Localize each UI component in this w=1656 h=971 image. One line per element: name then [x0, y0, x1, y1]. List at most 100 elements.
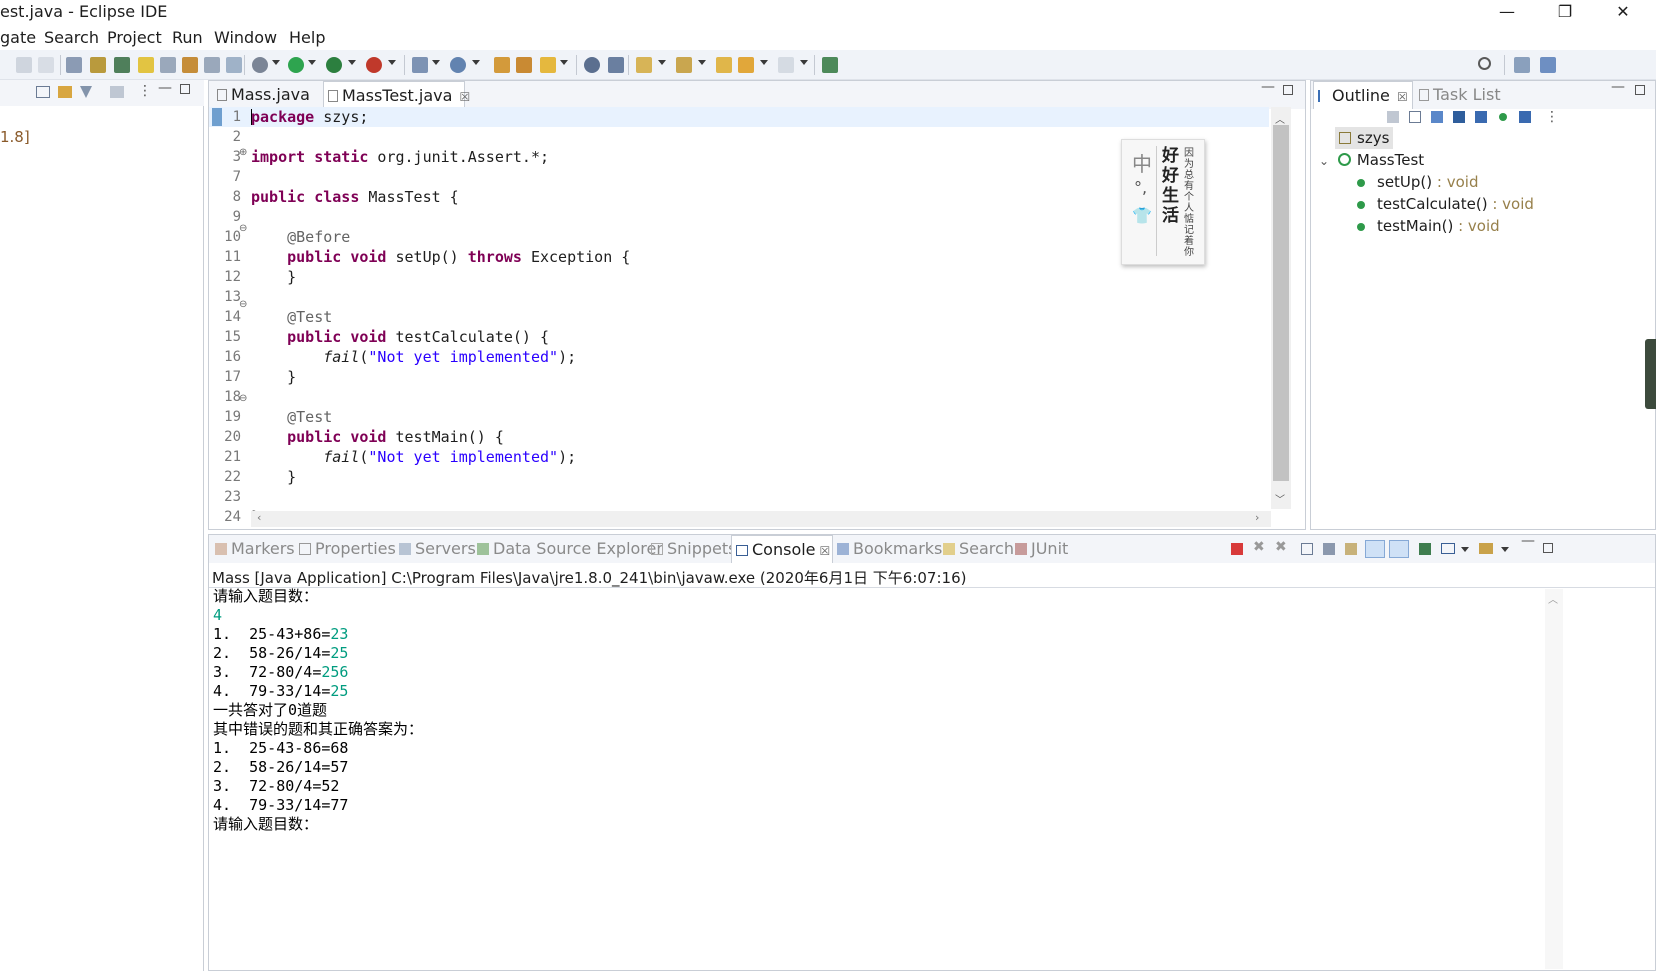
new-class-dropdown-icon[interactable]: [472, 60, 480, 65]
word-wrap-icon[interactable]: [90, 57, 106, 73]
prev-annotation-icon[interactable]: [182, 57, 198, 73]
search-tool-icon[interactable]: [540, 57, 556, 73]
clear-console-icon[interactable]: [1301, 543, 1313, 555]
tab-properties[interactable]: Properties: [295, 535, 396, 563]
jre-library-label[interactable]: 1.8]: [0, 128, 30, 146]
maximize-view-icon[interactable]: [180, 84, 190, 94]
open-type-icon[interactable]: [114, 57, 130, 73]
word-wrap-console-icon[interactable]: [1345, 543, 1357, 555]
link-editor-icon[interactable]: [58, 86, 72, 98]
focus-active-task-icon[interactable]: [1387, 111, 1399, 123]
collapse-fold-icon[interactable]: ⊖: [239, 299, 247, 310]
view-menu-icon[interactable]: ⋮: [138, 83, 152, 99]
outline-method[interactable]: setUp() : void: [1357, 171, 1478, 193]
menu-window[interactable]: Window: [214, 28, 277, 47]
tab-data-source-explorer[interactable]: Data Source Explorer: [473, 535, 663, 563]
minimize-view-icon[interactable]: —: [1611, 79, 1625, 95]
filter-icon[interactable]: [80, 86, 92, 98]
new-java-project-icon[interactable]: [412, 57, 428, 73]
tab-servers[interactable]: Servers: [395, 535, 476, 563]
external-tools-dropdown-icon[interactable]: [388, 60, 396, 65]
menu-help[interactable]: Help: [289, 28, 325, 47]
prev-edit-icon[interactable]: [676, 57, 692, 73]
ime-skin-icon[interactable]: 👕: [1132, 206, 1152, 225]
run-dropdown-icon[interactable]: [308, 60, 316, 65]
chevron-down-icon[interactable]: [1461, 547, 1469, 552]
remove-launch-icon[interactable]: ✖: [1253, 539, 1265, 555]
menu-navigate[interactable]: gate: [0, 28, 36, 47]
menu-project[interactable]: Project: [107, 28, 162, 47]
next-annotation-icon[interactable]: [160, 57, 176, 73]
redo-icon[interactable]: [38, 57, 54, 73]
close-tab-icon[interactable]: ☒: [820, 544, 831, 558]
scroll-up-icon[interactable]: ︿: [1275, 111, 1285, 126]
scrollbar-thumb[interactable]: [1273, 125, 1289, 481]
ime-mode-label[interactable]: 中: [1132, 148, 1152, 177]
maximize-view-icon[interactable]: [1543, 543, 1553, 553]
display-console-icon[interactable]: [1441, 543, 1455, 554]
pin-editor-icon[interactable]: [822, 57, 838, 73]
menu-search[interactable]: Search: [44, 28, 99, 47]
console-output[interactable]: 请输入题目数： 4 1. 25-43+86=23 2. 58-26/14=25 …: [213, 587, 1543, 834]
toggle-block-icon[interactable]: [66, 57, 82, 73]
next-edit-dropdown-icon[interactable]: [658, 60, 666, 65]
open-perspective-icon[interactable]: [1514, 57, 1530, 73]
tab-bookmarks[interactable]: Bookmarks: [833, 535, 942, 563]
tab-task-list[interactable]: Task List: [1415, 81, 1525, 109]
minimize-view-icon[interactable]: —: [158, 80, 172, 96]
tab-console[interactable]: Console ☒: [731, 535, 833, 563]
tab-masstest-java[interactable]: MassTest.java ☒: [323, 81, 470, 109]
terminate-icon[interactable]: [1231, 543, 1243, 555]
hide-static-icon[interactable]: [1475, 111, 1487, 123]
open-task-icon[interactable]: [516, 57, 532, 73]
search-icon[interactable]: [1478, 57, 1491, 70]
last-edit-icon[interactable]: [204, 57, 220, 73]
menu-run[interactable]: Run: [172, 28, 203, 47]
next-edit-icon[interactable]: [636, 57, 652, 73]
tab-snippets[interactable]: Snippets: [647, 535, 737, 563]
scroll-down-icon[interactable]: ﹀: [1275, 491, 1285, 506]
show-on-stdout-icon[interactable]: [1365, 540, 1385, 558]
forward-dropdown-icon[interactable]: [800, 60, 808, 65]
tab-mass-java[interactable]: Mass.java: [213, 81, 325, 109]
forward-icon[interactable]: [778, 57, 794, 73]
focus-icon[interactable]: [110, 86, 124, 98]
tab-junit[interactable]: JUnit: [1011, 535, 1068, 563]
close-tab-icon[interactable]: ☒: [460, 90, 471, 104]
collapse-all-icon[interactable]: [36, 86, 50, 98]
debug-icon[interactable]: [252, 57, 268, 73]
scroll-left-icon[interactable]: ‹: [257, 511, 261, 524]
debug-perspective-icon[interactable]: [608, 57, 624, 73]
outline-package[interactable]: szys: [1335, 127, 1393, 149]
maximize-view-icon[interactable]: [1635, 85, 1645, 95]
ime-widget[interactable]: 中 °, 👕 好好生活 因为总有个人惦记着你: [1121, 139, 1205, 265]
debug-dropdown-icon[interactable]: [272, 60, 280, 65]
console-vertical-scrollbar[interactable]: ︿: [1545, 589, 1563, 969]
close-window-button[interactable]: ✕: [1600, 0, 1646, 26]
external-tools-icon[interactable]: [366, 57, 382, 73]
show-whitespace-icon[interactable]: [226, 57, 242, 73]
remove-all-launches-icon[interactable]: ✖: [1275, 539, 1287, 555]
maximize-editor-icon[interactable]: [1283, 85, 1293, 95]
back-icon[interactable]: [738, 57, 754, 73]
outline-class[interactable]: ⌄ MassTest: [1319, 149, 1424, 171]
outline-method[interactable]: testCalculate() : void: [1357, 193, 1534, 215]
new-dropdown-icon[interactable]: [432, 60, 440, 65]
search-dropdown-icon[interactable]: [560, 60, 568, 65]
hide-fields-icon[interactable]: [1453, 111, 1465, 123]
minimize-button[interactable]: —: [1484, 0, 1530, 26]
tab-search[interactable]: Search: [939, 535, 1014, 563]
scroll-right-icon[interactable]: ›: [1255, 511, 1259, 524]
hide-local-types-icon[interactable]: [1519, 111, 1531, 123]
expand-fold-icon[interactable]: ⊕: [239, 147, 247, 158]
editor-horizontal-scrollbar[interactable]: ‹ ›: [251, 511, 1271, 527]
open-console-icon[interactable]: [1479, 543, 1493, 554]
globe-icon[interactable]: [584, 57, 600, 73]
last-location-icon[interactable]: [716, 57, 732, 73]
show-on-stderr-icon[interactable]: [1389, 540, 1409, 558]
side-dock-handle[interactable]: [1645, 339, 1656, 409]
run-icon[interactable]: [288, 57, 304, 73]
coverage-dropdown-icon[interactable]: [348, 60, 356, 65]
restore-button[interactable]: ❐: [1542, 0, 1588, 26]
minimize-view-icon[interactable]: —: [1521, 533, 1535, 549]
